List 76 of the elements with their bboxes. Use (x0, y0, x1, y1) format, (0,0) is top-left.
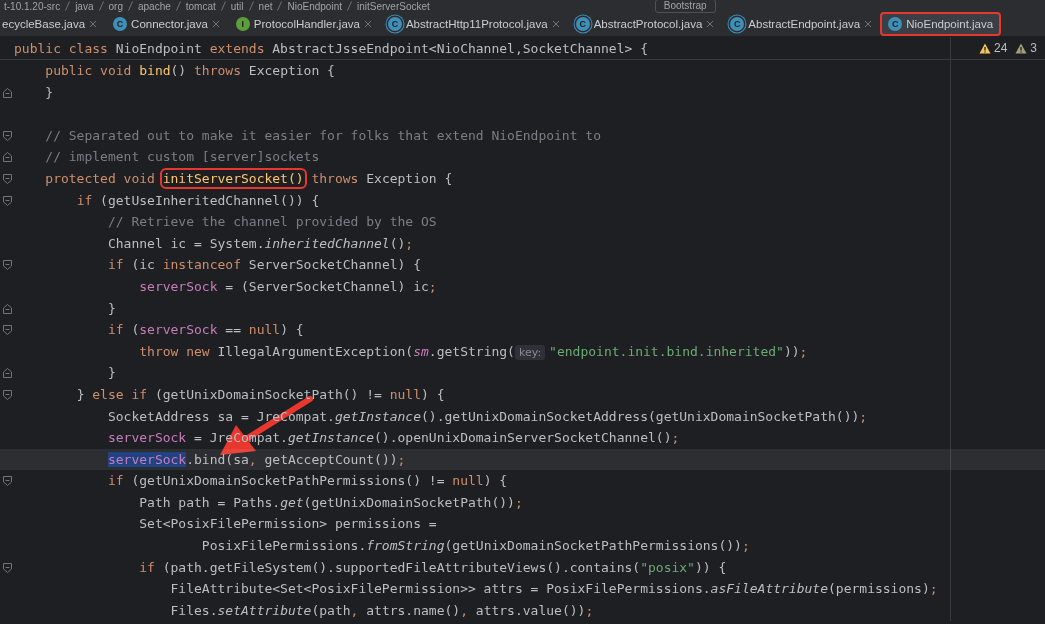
code-line: } (106, 300, 116, 316)
code-line: Path path = Paths.get(getUnixDomainSocketPath()); (138, 494, 523, 510)
fold-icon[interactable] (3, 260, 12, 271)
fold-icon[interactable] (3, 325, 12, 336)
breadcrumb-item[interactable]: java (75, 0, 94, 12)
code-line: Files.setAttribute(path, attrs.name(), attrs.value()); (169, 602, 594, 618)
code-line: Set<PosixFilePermission> permissions = (138, 516, 437, 532)
code-line: if (getUnixDomainSocketPathPermissions() != null) { (106, 473, 508, 489)
breadcrumb-separator-icon (220, 1, 226, 11)
breadcrumb-separator-icon (277, 1, 283, 11)
fold-icon[interactable] (3, 130, 12, 141)
code-line: PosixFilePermissions.fromString(getUnixDomainSocketPathPermissions()); (200, 538, 750, 554)
fold-icon[interactable] (3, 152, 12, 163)
editor-tab[interactable]: I ProtocolHandler.java (227, 12, 380, 36)
code-line: } (106, 365, 116, 381)
close-icon[interactable] (551, 20, 560, 28)
breadcrumb-separator-icon (98, 1, 104, 11)
inspection-count[interactable]: 24 (993, 41, 1008, 55)
editor-tab[interactable]: C AbstractEndpoint.java (722, 12, 881, 36)
breadcrumb-item[interactable]: util (230, 0, 244, 12)
code-line: // implement custom [server]sockets (44, 149, 320, 165)
code-line: } (44, 84, 54, 100)
close-icon[interactable] (706, 20, 715, 28)
editor-tab[interactable]: C AbstractHttp11Protocol.java (379, 12, 568, 36)
fold-icon[interactable] (3, 303, 12, 314)
breadcrumb-separator-icon (346, 1, 352, 11)
close-icon[interactable] (864, 20, 873, 28)
code-line: // Separated out to make it easier for folks that extend NioEndpoint to (44, 127, 601, 143)
fold-icon[interactable] (3, 389, 12, 400)
abstract-icon: C (387, 17, 402, 31)
code-line: Channel ic = System.inheritedChannel(); (106, 235, 414, 251)
close-icon[interactable] (363, 20, 372, 28)
editor-tab[interactable]: C AbstractProtocol.java (567, 12, 723, 36)
fold-icon[interactable] (3, 476, 12, 487)
code-line: throw new IllegalArgumentException(sm.getString( key: "endpoint.init.bind.inherited")); (138, 343, 808, 359)
breadcrumb-separator-icon (65, 1, 71, 11)
breadcrumb-item[interactable]: NioEndpoint (287, 0, 342, 12)
fold-icon[interactable] (3, 173, 12, 184)
code-line: if (getUseInheritedChannel()) { (75, 192, 320, 208)
editor-tab[interactable]: C Connector.java (105, 12, 228, 36)
editor-tab[interactable]: C NioEndpoint.java (880, 12, 1002, 36)
code-line: FileAttribute<Set<PosixFilePermission>> attrs = PosixFilePermissions.asFileAttribute(permissions); (169, 581, 938, 597)
fold-icon[interactable] (3, 87, 12, 98)
editor-tab[interactable]: ecycleBase.java (0, 12, 106, 36)
warning-icon (1015, 42, 1028, 54)
class-icon: C (113, 17, 128, 31)
code-line: protected void initServerSocket() throws Exception { (14, 170, 453, 186)
code-line: serverSock.bind(sa, getAcceptCount()); (106, 451, 406, 467)
code-line: if (serverSock == null) { (106, 322, 304, 338)
breadcrumb-item[interactable]: org (108, 0, 123, 12)
code-line: // Retrieve the channel provided by the OS (106, 214, 437, 230)
code-line: if (ic instanceof ServerSocketChannel) { (106, 257, 421, 273)
breadcrumb-item[interactable]: net (258, 0, 273, 12)
breadcrumb-item[interactable]: t-10.1.20-src (4, 0, 61, 12)
interface-icon: I (235, 17, 250, 31)
breadcrumb-separator-icon (127, 1, 133, 11)
code-line: public void bind() throws Exception { (44, 63, 335, 78)
code-line: } else if (getUnixDomainSocketPath() != null) { (75, 386, 445, 402)
close-icon[interactable] (89, 20, 98, 28)
breadcrumb-item[interactable]: initServerSocket (356, 0, 430, 12)
breadcrumb-separator-icon (175, 1, 181, 11)
code-line: serverSock = (ServerSocketChannel) ic; (138, 278, 437, 294)
code-line: if (path.getFileSystem().supportedFileAttributeViews().contains("posix")) { (138, 559, 727, 575)
class-icon: C (888, 17, 903, 31)
fold-icon[interactable] (3, 195, 12, 206)
fold-icon[interactable] (3, 368, 12, 379)
breadcrumb-item[interactable]: tomcat (185, 0, 216, 12)
warning-icon (978, 42, 991, 54)
breadcrumb-separator-icon (248, 1, 254, 11)
fold-icon[interactable] (3, 562, 12, 573)
abstract-icon: C (575, 17, 590, 31)
breadcrumb-item[interactable]: apache (137, 0, 171, 12)
sticky-class-header: public class NioEndpoint extends AbstractJsseEndpoint<NioChannel,SocketChannel> { (14, 40, 648, 56)
abstract-icon: C (730, 17, 745, 31)
close-icon[interactable] (211, 20, 220, 28)
inspection-count[interactable]: 3 (1030, 41, 1037, 55)
